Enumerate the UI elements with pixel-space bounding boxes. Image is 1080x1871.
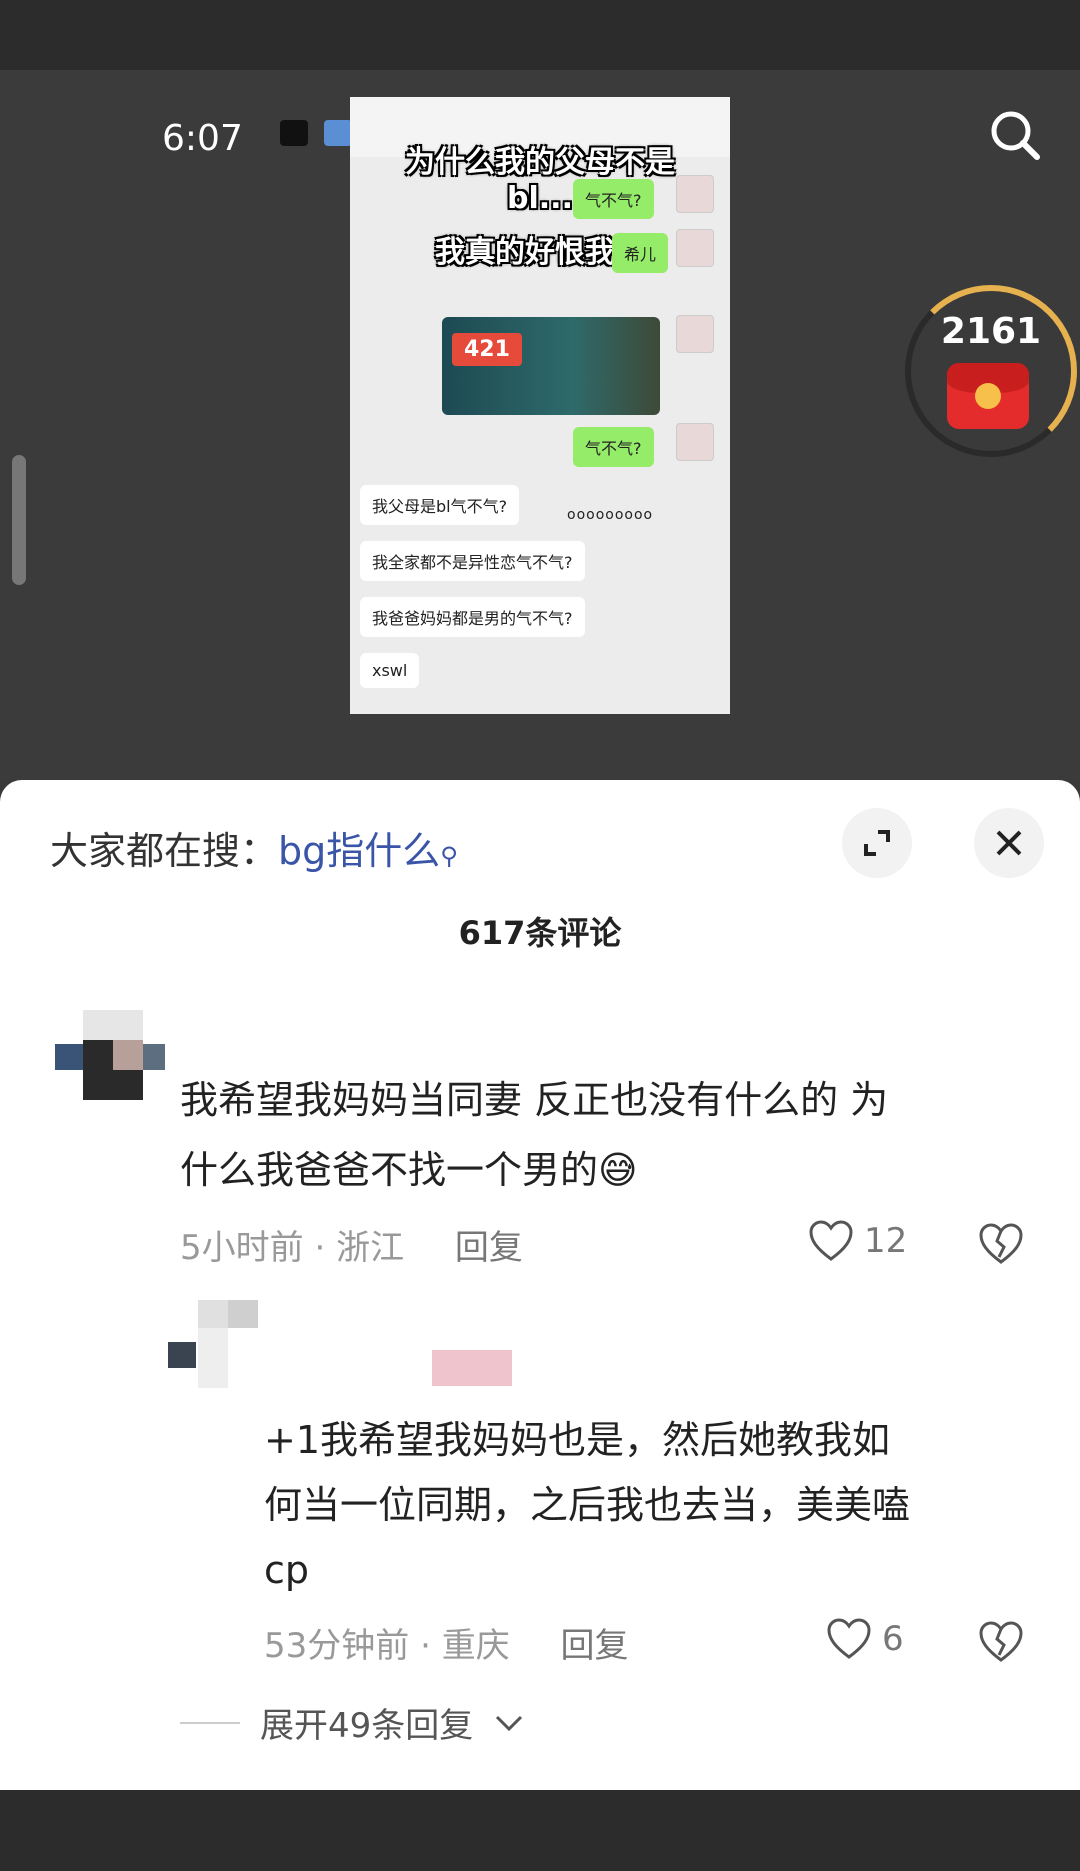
avatar	[676, 315, 714, 353]
progress-scrollbar[interactable]	[12, 455, 26, 585]
chat-bubble-white: 我父母是bl气不气?	[360, 485, 520, 525]
video-caption-line: 为什么我的父母不是	[405, 145, 675, 180]
red-packet-count: 2161	[940, 311, 1042, 352]
comment-count: 617条评论	[458, 914, 622, 952]
card-number: 421	[452, 333, 522, 366]
heart-icon	[827, 1618, 871, 1659]
heart-icon	[809, 1220, 853, 1261]
comment-text: 何当一位同期，之后我也去当，美美嗑	[264, 1483, 911, 1527]
red-envelope-icon	[947, 363, 1029, 429]
chat-dots: ooooooooo	[567, 507, 654, 523]
top-bar	[0, 0, 1080, 70]
comment-location: 浙江	[336, 1228, 405, 1268]
avatar	[676, 423, 714, 461]
expand-replies-label: 展开49条回复	[260, 1706, 474, 1746]
dislike-icon[interactable]	[978, 1621, 1024, 1663]
bottom-bar	[0, 1790, 1080, 1871]
comment-location: 重庆	[441, 1626, 510, 1666]
comment-time: 53分钟前	[264, 1626, 410, 1666]
comment-time: 5小时前	[180, 1228, 304, 1268]
avatar[interactable]	[168, 1300, 313, 1415]
chat-bubble-white: 我爸爸妈妈都是男的气不气?	[360, 597, 585, 637]
search-icon: ⚲	[440, 842, 458, 870]
chat-screenshot: 为什么我的父母不是 bl... 我真的好恨我妈 气不气? 希儿 421 气不气?…	[350, 97, 730, 714]
like-count: 6	[882, 1619, 904, 1659]
chat-bubble-green: 气不气?	[573, 179, 654, 219]
status-time: 6:07	[162, 118, 243, 159]
divider	[180, 1721, 240, 1724]
comment-meta: 5小时前 · 浙江 回复	[180, 1228, 523, 1268]
comment-text: cp	[264, 1548, 310, 1592]
comment-text: +1我希望我妈妈也是，然后她教我如	[264, 1418, 891, 1462]
game-card-image: 421	[442, 317, 660, 415]
close-button[interactable]	[974, 808, 1044, 878]
avatar	[676, 175, 714, 213]
like-button[interactable]: 6	[826, 1618, 904, 1660]
dislike-icon[interactable]	[978, 1223, 1024, 1265]
expand-replies-button[interactable]: 展开49条回复	[180, 1698, 525, 1747]
comment-meta: 53分钟前 · 重庆 回复	[264, 1626, 629, 1666]
comments-panel: 大家都在搜：bg指什么⚲ 617条评论 我希望我妈妈当同妻 反正也没有什么的 为…	[0, 780, 1080, 1790]
app-icon	[324, 120, 352, 146]
reply-button[interactable]: 回复	[455, 1228, 523, 1268]
video-caption-line: bl...	[507, 181, 573, 216]
chat-bubble-green: 气不气?	[573, 427, 654, 467]
like-button[interactable]: 12	[808, 1220, 907, 1262]
expand-icon	[864, 830, 890, 856]
chat-bubble-green: 希儿	[612, 233, 669, 273]
red-packet-widget[interactable]: 2161	[905, 285, 1077, 457]
close-icon	[996, 830, 1022, 856]
hot-search-label: 大家都在搜：	[50, 829, 279, 873]
reply-username[interactable]	[432, 1350, 512, 1386]
avatar	[676, 229, 714, 267]
coin-icon	[975, 383, 1001, 409]
comment-text: 什么我爸爸不找一个男的😅	[180, 1148, 638, 1192]
avatar[interactable]	[55, 1000, 165, 1110]
chevron-down-icon	[496, 1715, 523, 1731]
hot-search-keyword[interactable]: bg指什么	[278, 829, 440, 873]
comment-text: 我希望我妈妈当同妻 反正也没有什么的 为	[180, 1078, 889, 1122]
search-icon[interactable]	[985, 105, 1045, 165]
video-caption-line: 我真的好恨我妈	[435, 235, 645, 270]
reply-button[interactable]: 回复	[561, 1626, 629, 1666]
chat-bubble-white: 我全家都不是异性恋气不气?	[360, 541, 585, 581]
chat-bubble-white: xswl	[360, 653, 420, 688]
expand-button[interactable]	[842, 808, 912, 878]
hot-search-bar[interactable]: 大家都在搜：bg指什么⚲	[50, 820, 458, 875]
app-icon	[280, 120, 308, 146]
like-count: 12	[864, 1221, 908, 1261]
